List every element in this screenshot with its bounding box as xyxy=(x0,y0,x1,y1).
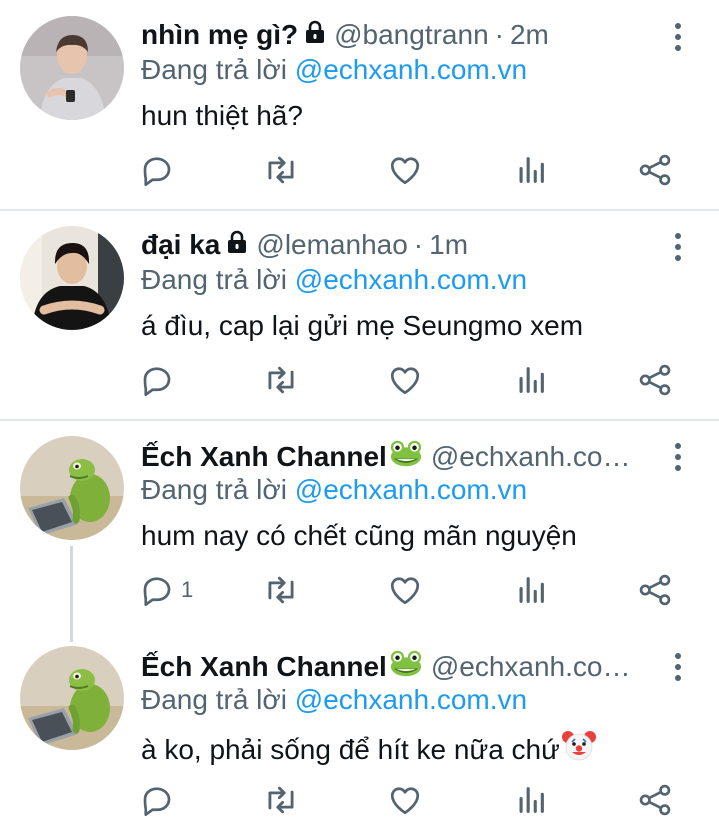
tweet[interactable]: nhìn mẹ gì? @bangtrann · 2m Đang trả lời… xyxy=(0,0,719,210)
user-handle[interactable]: @bangtrann xyxy=(334,18,489,52)
reply-icon xyxy=(139,572,175,608)
user-handle[interactable]: @echxanh.co… xyxy=(431,650,631,684)
replying-to: Đang trả lời @echxanh.com.vn xyxy=(141,474,527,506)
clown-face-icon xyxy=(562,728,596,771)
like-icon xyxy=(387,152,423,188)
tweet-text: à ko, phải sống để hít ke nữa chứ xyxy=(141,728,596,771)
retweet-icon xyxy=(262,151,300,189)
tweet-header: nhìn mẹ gì? @bangtrann · 2m xyxy=(141,18,549,52)
retweet-icon xyxy=(262,781,300,819)
reply-icon xyxy=(139,782,175,818)
reply-icon xyxy=(139,362,175,398)
mention-link[interactable]: @echxanh.com.vn xyxy=(295,264,527,295)
avatar[interactable] xyxy=(20,646,124,750)
share-button[interactable] xyxy=(637,570,673,610)
tweet-text-content: hun thiệt hã? xyxy=(141,100,303,131)
share-icon xyxy=(637,782,673,818)
reply-button[interactable] xyxy=(139,360,175,400)
reply-count: 1 xyxy=(181,577,194,602)
avatar[interactable] xyxy=(20,436,124,540)
frog-icon xyxy=(389,438,423,476)
retweet-icon xyxy=(262,571,300,609)
share-icon xyxy=(637,152,673,188)
replying-to: Đang trả lời @echxanh.com.vn xyxy=(141,684,527,716)
share-button[interactable] xyxy=(637,360,673,400)
display-name[interactable]: đại ka xyxy=(141,228,220,262)
reply-icon xyxy=(139,152,175,188)
analytics-icon xyxy=(514,783,548,817)
avatar[interactable] xyxy=(20,226,124,330)
lock-icon xyxy=(304,18,326,52)
tweet-text: á đìu, cap lại gửi mẹ Seungmo xem xyxy=(141,308,583,344)
analytics-icon xyxy=(514,573,548,607)
more-vertical-icon[interactable] xyxy=(668,232,688,267)
mention-link[interactable]: @echxanh.com.vn xyxy=(295,684,527,715)
tweet[interactable]: đại ka @lemanhao · 1m Đang trả lời @echx… xyxy=(0,210,719,420)
tweet[interactable]: Ếch Xanh Channel @echxanh.co… Đang trả l… xyxy=(0,630,719,838)
analytics-icon xyxy=(514,363,548,397)
analytics-button[interactable] xyxy=(514,360,548,400)
display-name[interactable]: nhìn mẹ gì? xyxy=(141,18,298,52)
retweet-button[interactable] xyxy=(262,360,300,400)
tweet[interactable]: Ếch Xanh Channel @echxanh.co… Đang trả l… xyxy=(0,420,719,630)
display-name[interactable]: Ếch Xanh Channel xyxy=(141,440,387,474)
analytics-icon xyxy=(514,153,548,187)
lock-icon xyxy=(226,228,248,262)
like-button[interactable] xyxy=(387,360,423,400)
replying-to-label: Đang trả lời xyxy=(141,264,287,295)
frog-icon xyxy=(389,648,423,686)
tweet-header: Ếch Xanh Channel @echxanh.co… xyxy=(141,648,630,686)
reply-button[interactable] xyxy=(139,150,175,190)
share-icon xyxy=(637,362,673,398)
like-icon xyxy=(387,572,423,608)
retweet-icon xyxy=(262,361,300,399)
analytics-button[interactable] xyxy=(514,780,548,820)
action-bar xyxy=(0,780,719,820)
replying-to-label: Đang trả lời xyxy=(141,474,287,505)
replying-to: Đang trả lời @echxanh.com.vn xyxy=(141,264,527,296)
more-vertical-icon[interactable] xyxy=(668,22,688,57)
tweet-text: hun thiệt hã? xyxy=(141,98,303,134)
like-button[interactable] xyxy=(387,780,423,820)
tweet-text: hum nay có chết cũng mãn nguyện xyxy=(141,518,577,554)
timestamp[interactable]: 1m xyxy=(429,228,468,262)
avatar[interactable] xyxy=(20,16,124,120)
action-bar xyxy=(0,360,719,400)
share-icon xyxy=(637,572,673,608)
like-button[interactable] xyxy=(387,570,423,610)
tweet-header: Ếch Xanh Channel @echxanh.co… xyxy=(141,438,630,476)
analytics-button[interactable] xyxy=(514,150,548,190)
tweet-text-content: à ko, phải sống để hít ke nữa chứ xyxy=(141,733,560,765)
like-icon xyxy=(387,782,423,818)
retweet-button[interactable] xyxy=(262,780,300,820)
tweet-text-content: hum nay có chết cũng mãn nguyện xyxy=(141,520,577,551)
retweet-button[interactable] xyxy=(262,150,300,190)
tweet-text-content: á đìu, cap lại gửi mẹ Seungmo xem xyxy=(141,310,584,341)
replying-to-label: Đang trả lời xyxy=(141,54,287,85)
display-name[interactable]: Ếch Xanh Channel xyxy=(141,650,387,684)
retweet-button[interactable] xyxy=(262,570,300,610)
action-bar xyxy=(0,150,719,190)
more-vertical-icon[interactable] xyxy=(668,442,688,477)
user-handle[interactable]: @lemanhao xyxy=(256,228,407,262)
tweet-header: đại ka @lemanhao · 1m xyxy=(141,228,468,262)
mention-link[interactable]: @echxanh.com.vn xyxy=(295,474,527,505)
separator-dot: · xyxy=(413,229,424,260)
share-button[interactable] xyxy=(637,780,673,820)
reply-button[interactable] xyxy=(139,780,175,820)
share-button[interactable] xyxy=(637,150,673,190)
mention-link[interactable]: @echxanh.com.vn xyxy=(295,54,527,85)
action-bar: 1 xyxy=(0,570,719,610)
like-icon xyxy=(387,362,423,398)
replying-to: Đang trả lời @echxanh.com.vn xyxy=(141,54,527,86)
more-vertical-icon[interactable] xyxy=(668,652,688,687)
user-handle[interactable]: @echxanh.co… xyxy=(431,440,631,474)
separator-dot: · xyxy=(494,19,504,50)
like-button[interactable] xyxy=(387,150,423,190)
timestamp[interactable]: 2m xyxy=(510,18,549,52)
replying-to-label: Đang trả lời xyxy=(141,684,287,715)
reply-button[interactable]: 1 xyxy=(139,570,193,610)
analytics-button[interactable] xyxy=(514,570,548,610)
